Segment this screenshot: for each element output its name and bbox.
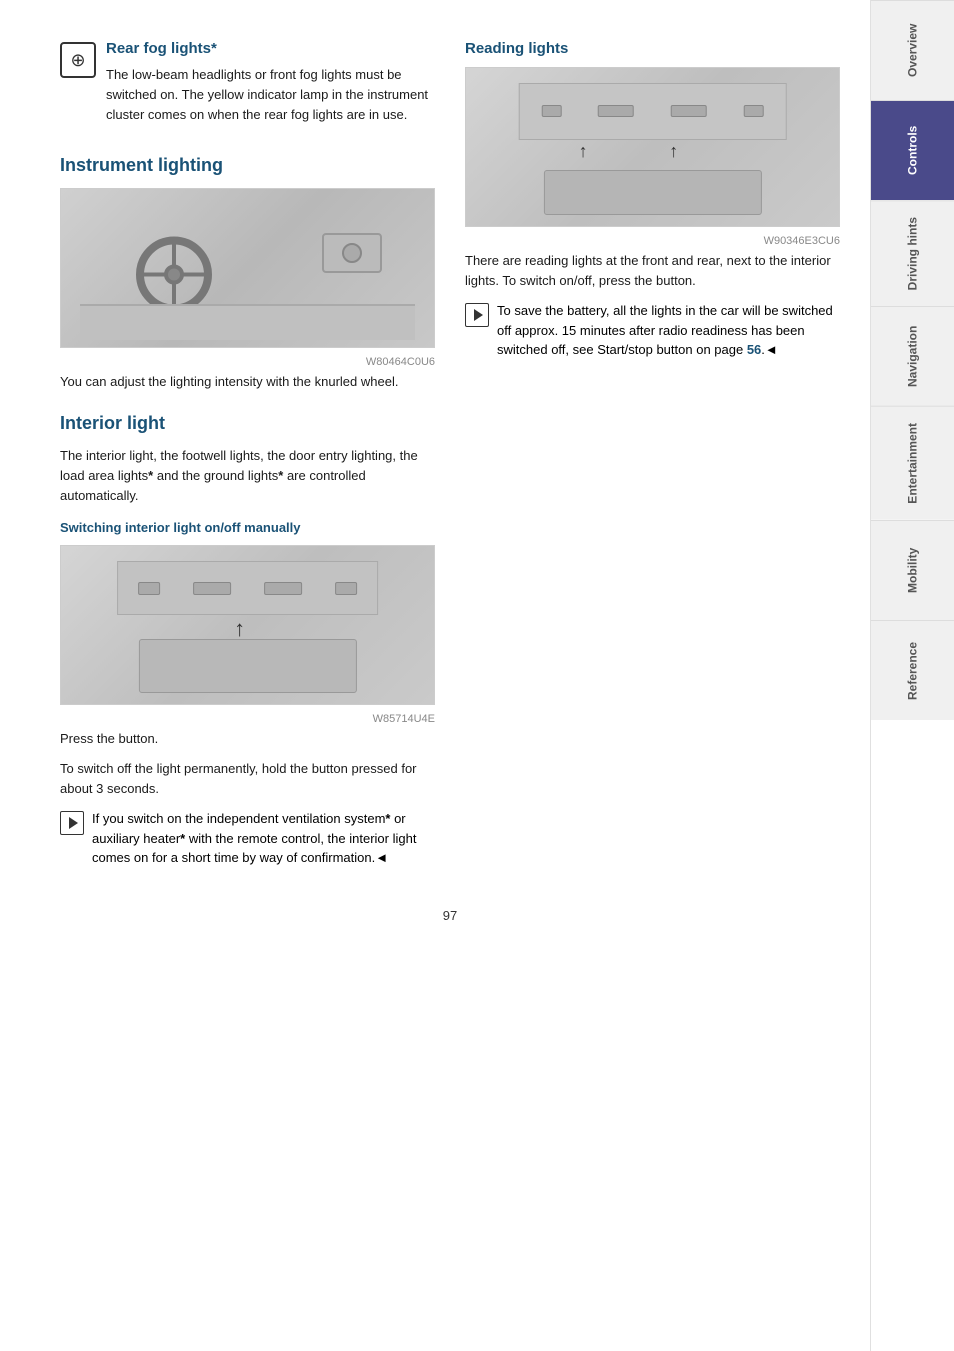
read-btn-2 — [598, 105, 634, 117]
interior-note-box: If you switch on the independent ventila… — [60, 809, 435, 868]
press-button-text: Press the button. — [60, 729, 435, 749]
sidebar-item-controls[interactable]: Controls — [871, 100, 954, 200]
interior-image-caption: W85714U4E — [60, 713, 435, 725]
rear-fog-heading: Rear fog lights* — [106, 40, 435, 57]
overhead-panel-int — [117, 561, 379, 615]
page-link[interactable]: 56 — [747, 342, 761, 357]
reading-lights-image: ↑ ↑ — [465, 67, 840, 227]
hold-text: To switch off the light permanently, hol… — [60, 759, 435, 799]
col-right: Reading lights ↑ ↑ — [465, 40, 840, 878]
instrument-cluster — [322, 233, 382, 273]
sidebar: Overview Controls Driving hints Navigati… — [870, 0, 954, 1351]
rear-fog-section: ⊕ Rear fog lights* The low-beam headligh… — [60, 40, 435, 135]
note-arrow-triangle — [69, 817, 78, 829]
sidebar-label-entertainment: Entertainment — [906, 423, 920, 504]
read-btn-1 — [542, 105, 562, 117]
fog-light-icon: ⊕ — [60, 42, 96, 78]
int-btn-4 — [335, 582, 357, 595]
sidebar-item-reference[interactable]: Reference — [871, 620, 954, 720]
sidebar-item-driving[interactable]: Driving hints — [871, 200, 954, 306]
fog-text-block: Rear fog lights* The low-beam headlights… — [106, 40, 435, 135]
reading-note-text: To save the battery, all the lights in t… — [497, 301, 840, 360]
dashboard-sim — [80, 197, 416, 339]
reading-note-arrow-triangle — [474, 309, 483, 321]
main-content: ⊕ Rear fog lights* The low-beam headligh… — [0, 0, 870, 1351]
int-btn-2 — [193, 582, 231, 595]
interior-light-body: The interior light, the footwell lights,… — [60, 446, 435, 506]
page-wrapper: ⊕ Rear fog lights* The low-beam headligh… — [0, 0, 954, 1351]
page-number: 97 — [60, 908, 840, 923]
dashboard-bar — [80, 304, 416, 340]
sidebar-label-controls: Controls — [906, 126, 920, 175]
sidebar-label-reference: Reference — [906, 642, 920, 700]
sidebar-item-mobility[interactable]: Mobility — [871, 520, 954, 620]
rear-fog-body: The low-beam headlights or front fog lig… — [106, 65, 435, 125]
dashboard-image-caption: W80464C0U6 — [60, 356, 435, 368]
reading-note-arrow-icon — [465, 303, 489, 327]
reading-mirror — [543, 170, 761, 216]
dashboard-image — [60, 188, 435, 348]
switching-interior-heading: Switching interior light on/off manually — [60, 520, 435, 535]
interior-note-text: If you switch on the independent ventila… — [92, 809, 435, 868]
interior-sim: ↑ — [80, 554, 416, 696]
gauge-circle — [342, 243, 362, 263]
arrow-left: ↑ — [579, 141, 588, 162]
read-btn-3 — [671, 105, 707, 117]
reading-lights-sim: ↑ ↑ — [485, 76, 821, 218]
reading-lights-body: There are reading lights at the front an… — [465, 251, 840, 291]
interior-image: ↑ — [60, 545, 435, 705]
reading-lights-image-caption: W90346E3CU6 — [465, 235, 840, 247]
sidebar-label-navigation: Navigation — [906, 326, 920, 387]
col-left: ⊕ Rear fog lights* The low-beam headligh… — [60, 40, 435, 878]
sidebar-label-driving: Driving hints — [906, 217, 920, 290]
read-btn-4 — [743, 105, 763, 117]
int-btn-3 — [264, 582, 302, 595]
sidebar-item-navigation[interactable]: Navigation — [871, 306, 954, 406]
fog-icon-symbol: ⊕ — [70, 50, 85, 71]
sidebar-item-overview[interactable]: Overview — [871, 0, 954, 100]
instrument-body: You can adjust the lighting intensity wi… — [60, 372, 435, 392]
sidebar-label-overview: Overview — [906, 24, 920, 77]
reading-overhead — [518, 83, 787, 140]
interior-light-heading: Interior light — [60, 413, 435, 434]
note-arrow-icon — [60, 811, 84, 835]
reading-note-box: To save the battery, all the lights in t… — [465, 301, 840, 360]
reading-lights-heading: Reading lights — [465, 40, 840, 57]
arrow-right: ↑ — [669, 141, 678, 162]
int-btn-1 — [138, 582, 160, 595]
sidebar-item-entertainment[interactable]: Entertainment — [871, 406, 954, 520]
top-two-col: ⊕ Rear fog lights* The low-beam headligh… — [60, 40, 840, 878]
instrument-lighting-heading: Instrument lighting — [60, 155, 435, 176]
sidebar-label-mobility: Mobility — [906, 548, 920, 593]
windshield-sim — [138, 639, 356, 693]
